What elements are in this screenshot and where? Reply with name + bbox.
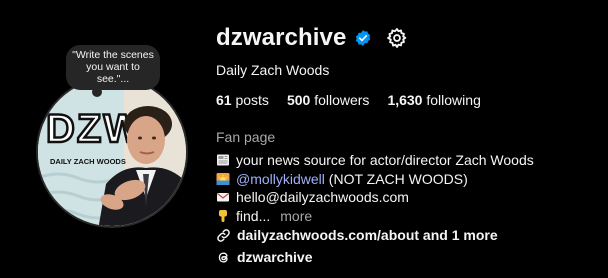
display-name: Daily Zach Woods: [216, 62, 330, 78]
bio-text: your news source for actor/director Zach…: [236, 152, 534, 168]
pointing-down-emoji-icon: [216, 209, 230, 223]
bio-line: find... more: [216, 207, 534, 226]
gear-icon[interactable]: [386, 27, 408, 49]
avatar-logo-subtext: DAILY ZACH WOODS: [50, 157, 126, 166]
username: dzwarchive: [216, 24, 347, 51]
profile-bio: your news source for actor/director Zach…: [216, 151, 534, 225]
threads-handle: dzwarchive: [237, 249, 313, 265]
followers-label: followers: [314, 92, 370, 108]
profile-note-bubble[interactable]: "Write the scenes you want to see."...: [66, 45, 160, 97]
envelope-emoji-icon: [216, 190, 230, 204]
bio-email: hello@dailyzachwoods.com: [236, 189, 409, 205]
bio-line2: @mollykidwell (NOT ZACH WOODS): [236, 170, 468, 189]
profile-stats: 61 posts 500 followers 1,630 following: [216, 92, 481, 108]
external-link[interactable]: dailyzachwoods.com/about and 1 more: [216, 227, 498, 243]
following-label: following: [426, 92, 481, 108]
posts-count: 61: [216, 92, 232, 108]
bio-line: @mollykidwell (NOT ZACH WOODS): [216, 170, 534, 189]
profile-note-text: "Write the scenes you want to see."...: [72, 49, 154, 85]
posts-label: posts: [235, 92, 269, 108]
posts-stat: 61 posts: [216, 92, 269, 108]
bio-line: your news source for actor/director Zach…: [216, 151, 534, 170]
bio-text: find...: [236, 207, 271, 224]
sunrise-emoji-icon: [216, 172, 230, 186]
more-button[interactable]: more: [280, 207, 312, 226]
profile-category: Fan page: [216, 129, 276, 145]
threads-link[interactable]: dzwarchive: [216, 249, 312, 265]
following-count: 1,630: [387, 92, 423, 108]
verified-badge-icon: [354, 29, 372, 47]
following-link[interactable]: 1,630 following: [387, 92, 480, 108]
avatar-image: DZW DAILY ZACH WOODS: [38, 78, 186, 226]
followers-link[interactable]: 500 followers: [287, 92, 370, 108]
profile-avatar[interactable]: DZW DAILY ZACH WOODS: [36, 76, 188, 228]
followers-count: 500: [286, 92, 311, 108]
mention-link[interactable]: @mollykidwell: [236, 171, 325, 187]
bio-text: (NOT ZACH WOODS): [324, 170, 468, 187]
newspaper-emoji-icon: [216, 153, 230, 167]
threads-icon: [216, 250, 231, 265]
profile-header-row: dzwarchive: [216, 24, 408, 52]
link-text: dailyzachwoods.com/about and 1 more: [237, 227, 498, 243]
link-icon: [216, 228, 231, 243]
bio-line: hello@dailyzachwoods.com: [216, 188, 534, 207]
